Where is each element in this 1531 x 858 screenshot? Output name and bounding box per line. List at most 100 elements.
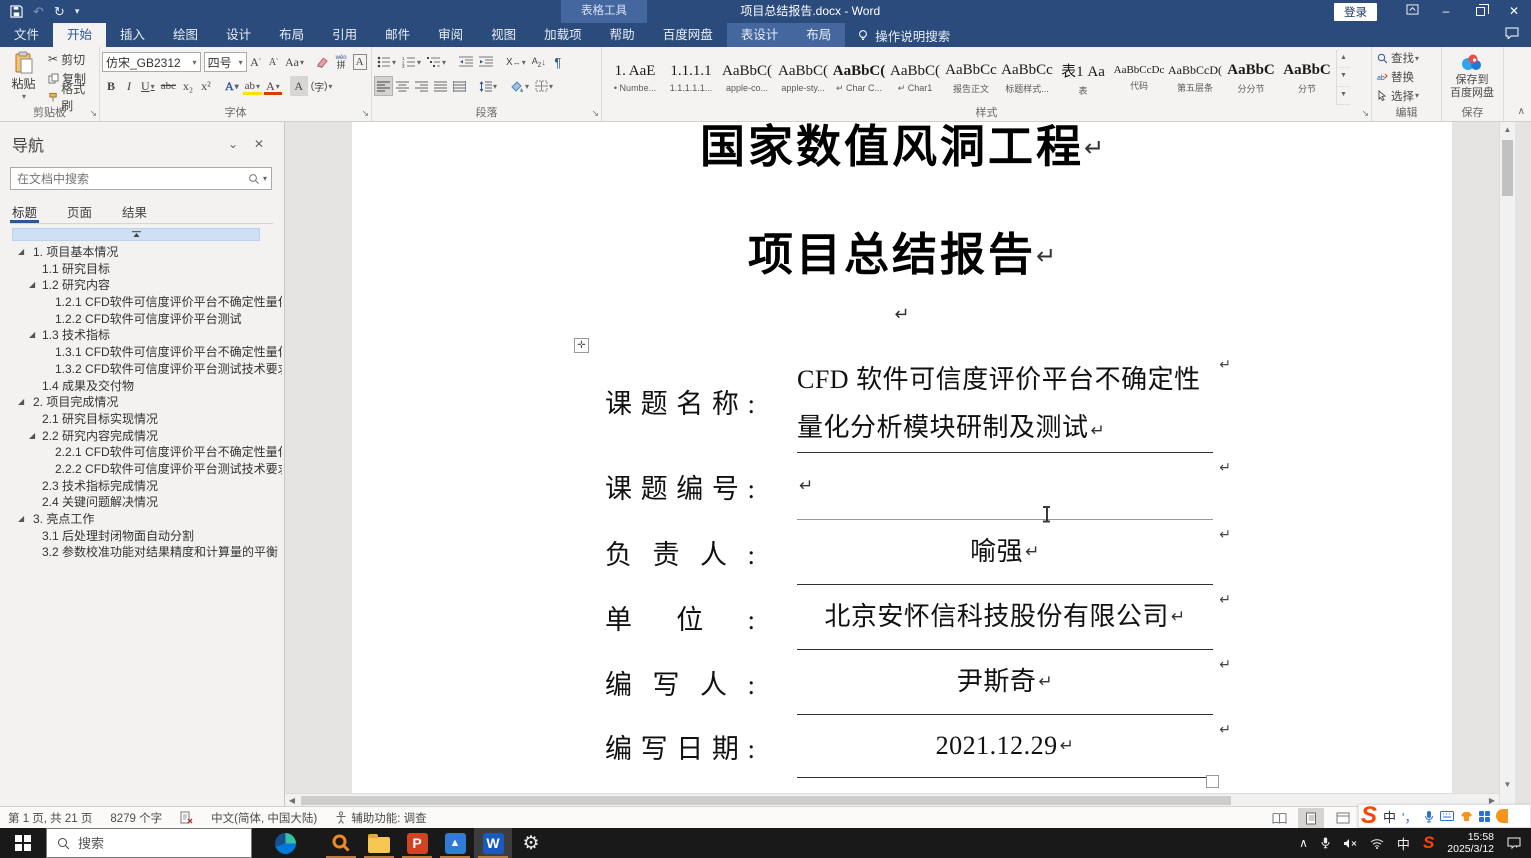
nav-heading[interactable]: 3.1 后处理封闭物面自动分割 (0, 528, 282, 545)
nav-close-icon[interactable]: ✕ (246, 137, 272, 151)
wifi-icon[interactable] (1370, 838, 1384, 849)
sort-button[interactable]: AZ↓ (529, 52, 549, 72)
taskbar-settings-button[interactable]: ⚙ (512, 828, 550, 858)
ime-mode-button[interactable]: 中 (1383, 807, 1396, 826)
clipboard-dialog-launcher[interactable]: ↘ (89, 108, 97, 119)
font-color-button[interactable]: A▾ (263, 76, 283, 96)
style-item[interactable]: AaBbC(↵ Char C... (832, 52, 886, 104)
search-options-chevron-icon[interactable]: ▾ (263, 174, 267, 183)
align-left-button[interactable] (374, 76, 393, 96)
vertical-scroll-thumb[interactable] (1502, 140, 1513, 196)
speaker-muted-icon[interactable] (1343, 838, 1357, 849)
tab-design[interactable]: 设计 (212, 23, 265, 47)
customize-qat-icon[interactable]: ▾ (75, 0, 80, 23)
style-item[interactable]: 1.1.1.11.1.1.1.1... (664, 52, 718, 104)
horizontal-scroll-thumb[interactable] (301, 796, 1231, 805)
proofing-status-icon[interactable] (180, 811, 193, 824)
tab-insert[interactable]: 插入 (106, 23, 159, 47)
nav-heading[interactable]: 1.3.2 CFD软件可信度评价平台测试技术要求 (0, 361, 282, 378)
distribute-button[interactable] (450, 76, 469, 96)
ime-skin-icon[interactable] (1460, 811, 1473, 822)
taskbar-search-input[interactable] (78, 836, 218, 851)
taskbar-explorer-button[interactable] (360, 828, 398, 858)
document-page[interactable]: 国家数值风洞工程↵ 项目总结报告↵ ↵ ✛ 课题名称: CFD 软件可信度评价平… (352, 122, 1452, 793)
style-item[interactable]: AaBbCcD(第五层条 (1168, 52, 1222, 104)
table-row[interactable]: 编写日期: 2021.12.29↵ ↵ (605, 715, 1213, 778)
nav-heading[interactable]: 2.2.1 CFD软件可信度评价平台不确定性量化... (0, 444, 282, 461)
table-row[interactable]: 编写人: 尹斯奇↵ ↵ (605, 650, 1213, 715)
search-icon[interactable] (248, 173, 260, 185)
tab-view[interactable]: 视图 (477, 23, 530, 47)
style-item[interactable]: AaBbC(↵ Char1 (888, 52, 942, 104)
align-center-button[interactable] (393, 76, 412, 96)
taskbar-app-button[interactable]: ▲ (436, 828, 474, 858)
shrink-font-button[interactable]: Aˇ (265, 52, 283, 72)
tab-review[interactable]: 审阅 (424, 23, 477, 47)
field-value[interactable]: 尹斯奇↵ (797, 650, 1213, 715)
underline-button[interactable]: U▾ (138, 76, 158, 96)
tab-table-design[interactable]: 表设计 (727, 23, 793, 47)
nav-heading[interactable]: ◢2. 项目完成情况 (0, 394, 282, 411)
style-item[interactable]: AaBbC(apple-co... (720, 52, 774, 104)
nav-heading[interactable]: 1.2.1 CFD软件可信度评价平台不确定性量化... (0, 294, 282, 311)
table-resize-handle[interactable] (1206, 775, 1219, 788)
styles-dialog-launcher[interactable]: ↘ (1361, 108, 1369, 119)
style-item[interactable]: AaBbC分分节 (1224, 52, 1278, 104)
justify-button[interactable] (431, 76, 450, 96)
text-effects-button[interactable]: A▾ (222, 76, 242, 96)
style-item[interactable]: AaBbCc报告正文 (944, 52, 998, 104)
nav-heading[interactable]: 2.2.2 CFD软件可信度评价平台测试技术要求 (0, 461, 282, 478)
numbering-button[interactable]: 123▾ (399, 52, 424, 72)
strikethrough-button[interactable]: abc (158, 76, 179, 96)
styles-more-icon[interactable]: ▼ (1337, 87, 1350, 105)
accessibility-status[interactable]: 辅助功能: 调查 (335, 810, 426, 826)
tab-file[interactable]: 文件 (0, 23, 53, 47)
collapse-triangle-icon[interactable]: ◢ (18, 394, 24, 411)
font-size-combo[interactable]: 四号▾ (204, 52, 247, 72)
nav-tab-results[interactable]: 结果 (120, 202, 149, 223)
style-item[interactable]: AaBbCcDc代码 (1112, 52, 1166, 104)
font-family-combo[interactable]: 仿宋_GB2312▾ (102, 52, 201, 72)
start-button[interactable] (0, 828, 46, 858)
field-value[interactable]: ↵ (797, 453, 1213, 520)
sogou-tray-icon[interactable]: S (1423, 833, 1434, 853)
nav-heading[interactable]: 1.4 成果及交付物 (0, 378, 282, 395)
tab-addins[interactable]: 加载项 (530, 23, 596, 47)
nav-heading[interactable]: 2.3 技术指标完成情况 (0, 478, 282, 495)
ime-emoji-icon[interactable] (1496, 809, 1508, 823)
jump-to-top-strip[interactable] (12, 228, 260, 241)
tab-help[interactable]: 帮助 (596, 23, 649, 47)
nav-heading[interactable]: 1.2.2 CFD软件可信度评价平台测试 (0, 311, 282, 328)
decrease-indent-button[interactable] (456, 52, 476, 72)
tab-layout[interactable]: 布局 (265, 23, 318, 47)
styles-scroll-down-icon[interactable]: ▼ (1337, 68, 1350, 86)
style-item[interactable]: AaBbC(apple-sty... (776, 52, 830, 104)
horizontal-scrollbar[interactable]: ◀ ▶ (285, 793, 1499, 806)
sogou-logo-icon[interactable]: S (1361, 805, 1377, 827)
hidden-icons-chevron-icon[interactable]: ∧ (1299, 836, 1308, 850)
field-value[interactable]: CFD 软件可信度评价平台不确定性量化分析模块研制及测试↵ (797, 350, 1213, 453)
scroll-left-icon[interactable]: ◀ (285, 794, 299, 806)
close-button[interactable]: ✕ (1497, 0, 1531, 23)
nav-heading[interactable]: ◢1.2 研究内容 (0, 277, 282, 294)
line-spacing-button[interactable]: ▾ (476, 76, 500, 96)
table-row[interactable]: 课题名称: CFD 软件可信度评价平台不确定性量化分析模块研制及测试↵ ↵ (605, 350, 1213, 453)
ribbon-display-options-icon[interactable] (1395, 0, 1429, 23)
nav-heading[interactable]: ◢1. 项目基本情况 (0, 244, 282, 261)
taskbar-powerpoint-button[interactable]: P (398, 828, 436, 858)
nav-heading[interactable]: 2.1 研究目标实现情况 (0, 411, 282, 428)
tray-ime-mode[interactable]: 中 (1397, 834, 1410, 853)
nav-heading[interactable]: ◢3. 亮点工作 (0, 511, 282, 528)
increase-indent-button[interactable] (476, 52, 496, 72)
ime-punctuation-button[interactable]: '， (1402, 807, 1417, 826)
tab-home[interactable]: 开始 (53, 23, 106, 47)
collapse-triangle-icon[interactable]: ◢ (29, 327, 35, 344)
tab-draw[interactable]: 绘图 (159, 23, 212, 47)
nav-options-chevron-icon[interactable]: ⌄ (220, 137, 246, 151)
style-item[interactable]: AaBbCc标题样式... (1000, 52, 1054, 104)
field-value[interactable]: 喻强↵ (797, 520, 1213, 585)
save-icon[interactable] (10, 5, 23, 18)
bullets-button[interactable]: ▾ (374, 52, 399, 72)
microphone-icon[interactable] (1321, 837, 1330, 849)
nav-search-input[interactable] (11, 172, 244, 186)
